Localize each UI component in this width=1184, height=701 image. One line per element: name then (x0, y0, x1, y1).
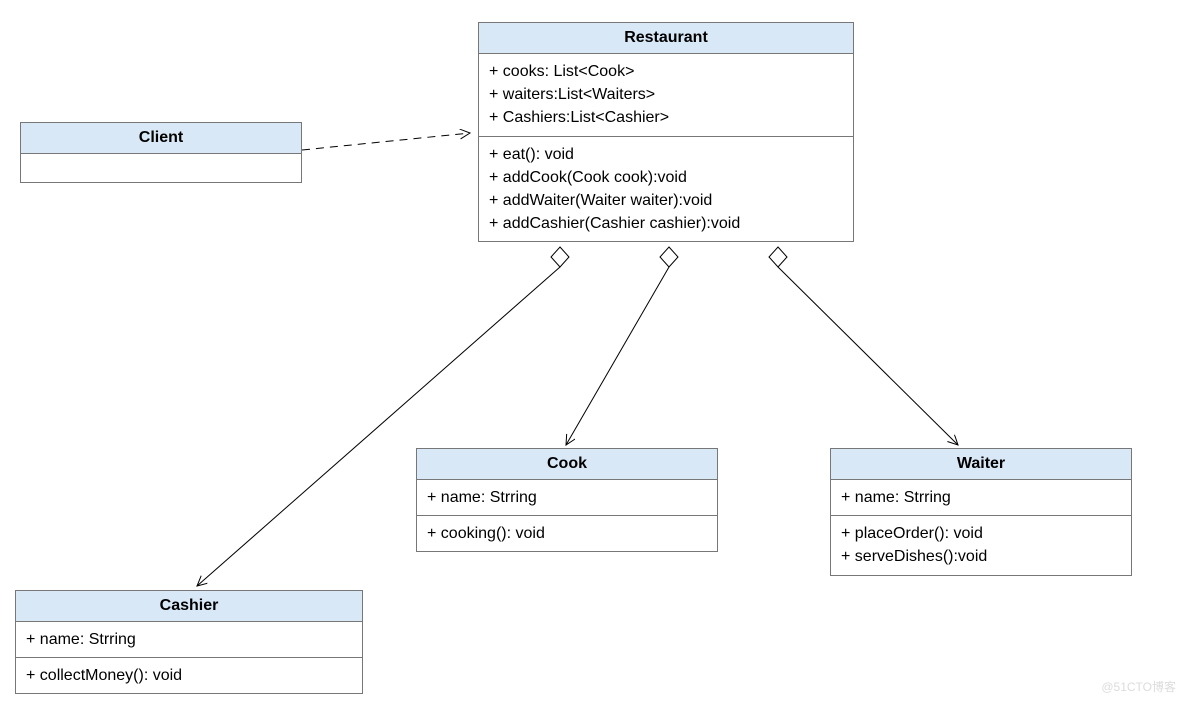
class-client: Client (20, 122, 302, 183)
class-waiter-attrs: + name: Strring (831, 480, 1131, 516)
agg-line-cook (566, 267, 669, 445)
op-row: + eat(): void (489, 143, 843, 166)
class-cashier-title: Cashier (16, 591, 362, 622)
agg-diamond-cashier (551, 247, 569, 267)
op-row: + serveDishes():void (841, 545, 1121, 568)
class-waiter: Waiter + name: Strring + placeOrder(): v… (830, 448, 1132, 576)
op-row: + cooking(): void (427, 522, 707, 545)
dep-client-restaurant (302, 133, 470, 150)
class-restaurant-title: Restaurant (479, 23, 853, 54)
attr-row: + name: Strring (26, 628, 352, 651)
attr-row: + waiters:List<Waiters> (489, 83, 843, 106)
class-cook-attrs: + name: Strring (417, 480, 717, 516)
agg-line-waiter (778, 267, 958, 445)
class-cook-title: Cook (417, 449, 717, 480)
class-restaurant: Restaurant + cooks: List<Cook> + waiters… (478, 22, 854, 242)
attr-row: + name: Strring (427, 486, 707, 509)
class-waiter-ops: + placeOrder(): void + serveDishes():voi… (831, 516, 1131, 574)
op-row: + addWaiter(Waiter waiter):void (489, 189, 843, 212)
watermark: @51CTO博客 (1101, 678, 1176, 695)
class-client-body (21, 154, 301, 182)
attr-row: + cooks: List<Cook> (489, 60, 843, 83)
class-cook: Cook + name: Strring + cooking(): void (416, 448, 718, 552)
op-row: + collectMoney(): void (26, 664, 352, 687)
class-cook-ops: + cooking(): void (417, 516, 717, 551)
class-restaurant-ops: + eat(): void + addCook(Cook cook):void … (479, 137, 853, 242)
class-cashier-ops: + collectMoney(): void (16, 658, 362, 693)
op-row: + placeOrder(): void (841, 522, 1121, 545)
class-waiter-title: Waiter (831, 449, 1131, 480)
op-row: + addCook(Cook cook):void (489, 166, 843, 189)
class-cashier: Cashier + name: Strring + collectMoney()… (15, 590, 363, 694)
op-row: + addCashier(Cashier cashier):void (489, 212, 843, 235)
attr-row: + Cashiers:List<Cashier> (489, 106, 843, 129)
class-cashier-attrs: + name: Strring (16, 622, 362, 658)
class-restaurant-attrs: + cooks: List<Cook> + waiters:List<Waite… (479, 54, 853, 137)
class-client-title: Client (21, 123, 301, 154)
agg-diamond-waiter (769, 247, 787, 267)
attr-row: + name: Strring (841, 486, 1121, 509)
agg-diamond-cook (660, 247, 678, 267)
